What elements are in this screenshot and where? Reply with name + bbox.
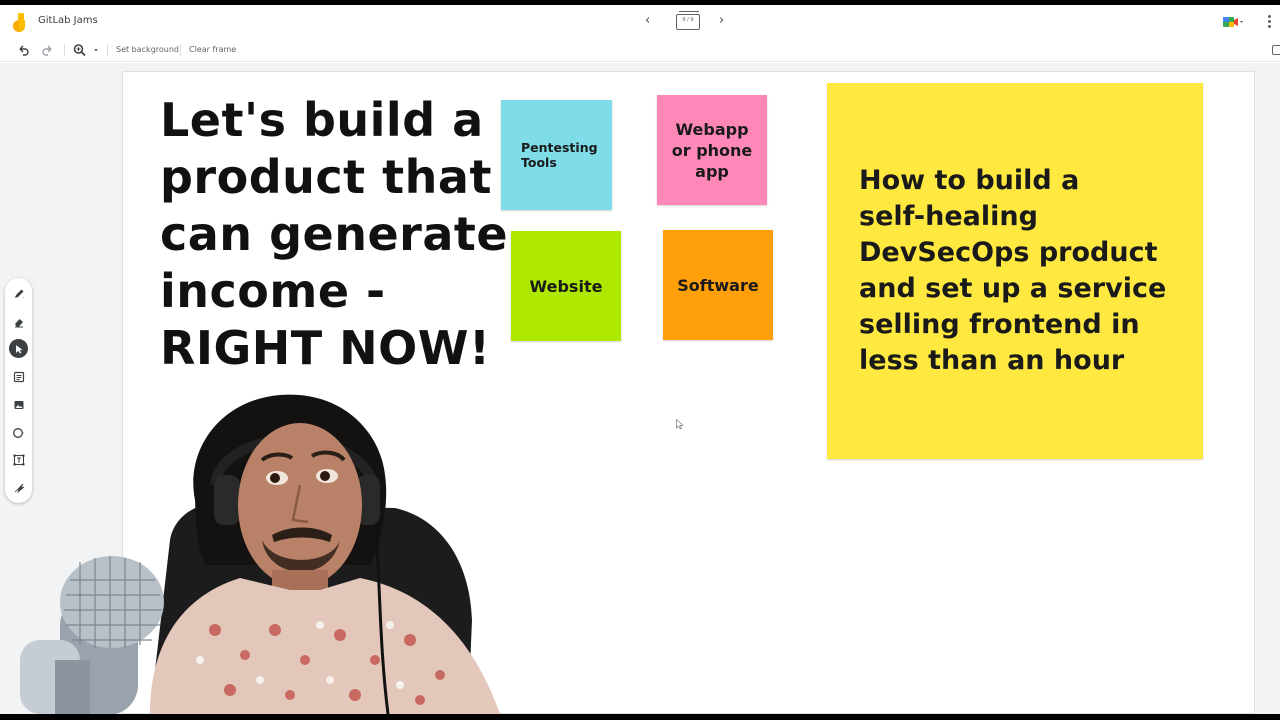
- pen-icon[interactable]: [9, 284, 28, 303]
- meet-present-icon[interactable]: [1222, 15, 1244, 29]
- sticky-note-icon[interactable]: [9, 367, 28, 386]
- sticky-line: DevSecOps product: [859, 237, 1158, 268]
- sticky-line: Webapp: [675, 119, 749, 139]
- app-title: GitLab Jams: [38, 15, 98, 26]
- mouse-cursor-icon: [676, 419, 684, 430]
- sticky-note-website[interactable]: Website: [511, 231, 621, 341]
- toolbar: Set background Clear frame: [0, 38, 1280, 62]
- sticky-line: or phone: [671, 140, 753, 160]
- sticky-text: How to build a self-healing DevSecOps pr…: [859, 163, 1166, 379]
- webcam-overlay: [20, 394, 500, 714]
- sticky-note-webapp[interactable]: Webapp or phone app: [657, 95, 767, 205]
- headline-line: income -: [160, 264, 386, 318]
- sticky-note-devsecops[interactable]: How to build a self-healing DevSecOps pr…: [827, 83, 1203, 459]
- headline-line: Let's build a: [160, 93, 484, 147]
- zoom-icon[interactable]: [73, 42, 86, 58]
- jamboard-logo-icon: [13, 13, 25, 32]
- toolbar-divider: [180, 44, 181, 56]
- sticky-line: app: [695, 161, 729, 181]
- undo-icon[interactable]: [17, 42, 29, 58]
- set-background-button[interactable]: Set background: [116, 43, 179, 57]
- redo-icon[interactable]: [42, 42, 54, 58]
- sticky-note-software[interactable]: Software: [663, 230, 773, 340]
- sticky-label: Website: [529, 276, 603, 296]
- side-panel-icon[interactable]: [1272, 45, 1280, 55]
- frame-bar-button[interactable]: 9 / 9: [676, 11, 700, 30]
- zoom-dropdown-icon[interactable]: [93, 42, 99, 58]
- app-header: GitLab Jams ‹ 9 / 9 ›: [0, 5, 1280, 38]
- sticky-line: less than an hour: [859, 345, 1125, 376]
- sticky-label: Software: [677, 275, 759, 295]
- dot: [1268, 20, 1271, 23]
- sticky-line: self-healing: [859, 201, 1038, 232]
- select-icon[interactable]: [9, 339, 28, 358]
- headline-line: RIGHT NOW!: [160, 321, 491, 375]
- letterbox-bottom: [0, 714, 1280, 720]
- headline-line: can generate: [160, 207, 509, 261]
- headline-line: product that: [160, 150, 492, 204]
- chevron-left-icon[interactable]: ‹: [645, 13, 650, 28]
- clear-frame-button[interactable]: Clear frame: [189, 43, 236, 57]
- sticky-line: How to build a: [859, 165, 1080, 196]
- sticky-line: and set up a service: [859, 273, 1167, 304]
- sticky-line: Pentesting: [521, 140, 598, 155]
- eraser-icon[interactable]: [9, 312, 28, 331]
- sticky-line: selling frontend in: [859, 309, 1140, 340]
- dot: [1268, 25, 1271, 28]
- dot: [1268, 15, 1271, 18]
- sticky-note-pentesting[interactable]: Pentesting Tools: [501, 100, 612, 210]
- frame-counter: 9 / 9: [682, 17, 694, 23]
- more-options-button[interactable]: [1268, 15, 1272, 29]
- toolbar-divider: [64, 44, 65, 56]
- chevron-right-icon[interactable]: ›: [719, 13, 724, 28]
- headline-text-box[interactable]: Let's build a product that can generate …: [160, 92, 509, 377]
- sticky-line: Tools: [521, 155, 557, 170]
- toolbar-divider: [107, 44, 108, 56]
